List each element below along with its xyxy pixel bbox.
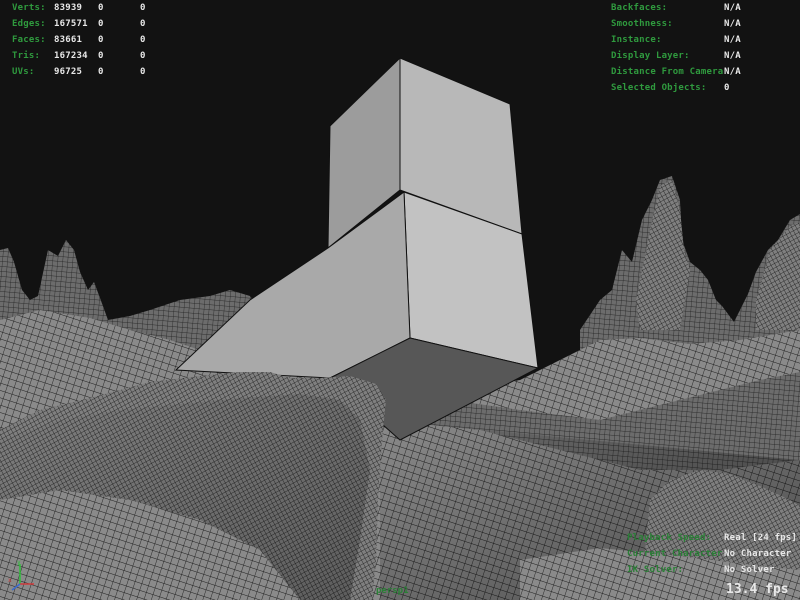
hud-value: 0	[98, 19, 104, 29]
hud-label: Distance From Camera:	[611, 67, 724, 77]
hud-value: N/A	[724, 35, 741, 45]
hud-value: 167234	[54, 51, 88, 61]
hud-value: N/A	[724, 51, 741, 61]
hud-value: 0	[98, 3, 104, 13]
terrain-foreground-rock	[0, 372, 386, 600]
hud-label: Instance:	[611, 35, 662, 45]
hud-value: 0	[140, 67, 146, 77]
hud-value: 0	[724, 83, 730, 93]
hud-label: Faces:	[12, 35, 46, 45]
svg-text:y: y	[17, 559, 21, 566]
hud-label: Display Layer:	[611, 51, 690, 61]
hud-row-distance: Distance From Camera: N/A	[611, 64, 741, 80]
hud-row-playback-speed: Playback Speed: Real [24 fps]	[627, 530, 797, 546]
hud-row-edges: Edges: 167571 0 0	[12, 16, 160, 32]
hud-row-ik-solver: IK Solver: No Solver	[627, 562, 797, 578]
object-info-hud: Backfaces: N/A Smoothness: N/A Instance:…	[611, 0, 741, 96]
svg-text:x: x	[8, 577, 12, 584]
hud-value: 0	[140, 19, 146, 29]
fps-readout: 13.4 fps	[726, 582, 789, 597]
hud-value: 83939	[54, 3, 83, 13]
hud-row-instance: Instance: N/A	[611, 32, 741, 48]
hud-label: Current Character:	[627, 549, 724, 559]
hud-label: Smoothness:	[611, 19, 673, 29]
hud-value: 167571	[54, 19, 88, 29]
hud-value: 96725	[54, 67, 83, 77]
hud-label: Playback Speed:	[627, 533, 712, 543]
hud-value: 0	[140, 35, 146, 45]
camera-name-label: persp1	[376, 586, 409, 596]
hud-label: Tris:	[12, 51, 41, 61]
hud-value: 0	[140, 3, 146, 13]
hud-value: No Solver	[724, 565, 775, 575]
hud-row-uvs: UVs: 96725 0 0	[12, 64, 160, 80]
hud-value: 0	[98, 51, 104, 61]
hud-value: 83661	[54, 35, 83, 45]
hud-label: Verts:	[12, 3, 46, 13]
hud-value: Real [24 fps]	[724, 533, 798, 543]
hud-row-current-character: Current Character: No Character	[627, 546, 797, 562]
hud-row-tris: Tris: 167234 0 0	[12, 48, 160, 64]
playback-hud: Playback Speed: Real [24 fps] Current Ch…	[627, 530, 797, 578]
hud-label: UVs:	[12, 67, 35, 77]
poly-count-hud: Verts: 83939 0 0 Edges: 167571 0 0 Faces…	[12, 0, 160, 80]
hud-label: Edges:	[12, 19, 46, 29]
hud-label: IK Solver:	[627, 565, 684, 575]
hud-value: 0	[98, 67, 104, 77]
hud-value: No Character	[724, 549, 792, 559]
hud-row-display-layer: Display Layer: N/A	[611, 48, 741, 64]
hud-value: N/A	[724, 67, 741, 77]
hud-value: 0	[140, 51, 146, 61]
hud-row-smoothness: Smoothness: N/A	[611, 16, 741, 32]
hud-row-verts: Verts: 83939 0 0	[12, 0, 160, 16]
hud-row-selected-objects: Selected Objects: 0	[611, 80, 741, 96]
hud-row-backfaces: Backfaces: N/A	[611, 0, 741, 16]
hud-label: Selected Objects:	[611, 83, 707, 93]
hud-value: N/A	[724, 3, 741, 13]
hud-label: Backfaces:	[611, 3, 668, 13]
hud-row-faces: Faces: 83661 0 0	[12, 32, 160, 48]
hud-value: 0	[98, 35, 104, 45]
axis-gizmo-icon: y x	[8, 559, 34, 591]
hud-value: N/A	[724, 19, 741, 29]
